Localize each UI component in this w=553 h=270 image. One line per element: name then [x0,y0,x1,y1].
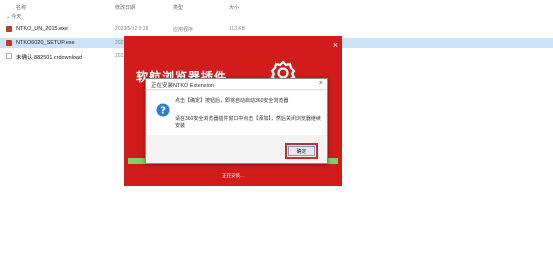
installer-close-button[interactable]: × [333,40,338,50]
dialog-title-bar[interactable]: 正在安装NTKO Extension × [146,79,327,90]
file-list-header: 名称 修改日期 类型 大小 [0,3,553,11]
dialog-close-button[interactable]: × [319,80,323,87]
exe-file-icon [6,40,12,46]
dialog-title: 正在安装NTKO Extension [151,83,214,89]
file-name: NTKO6020_SETUP.exe [16,40,75,46]
file-name: NTKO_UN_2015.exe [16,26,68,32]
install-status-text: 正在安装... [222,173,244,178]
dialog-message-line2: 请在360安全浏览器插件窗口中点击【添加】，然后关闭浏览器继续安装 [175,116,321,129]
question-icon: ? [156,103,170,117]
ok-button-highlight: 确定 [285,143,318,159]
file-size: 113 KB [229,26,246,32]
column-header-name[interactable]: 名称 [16,4,26,11]
column-header-size[interactable]: 大小 [229,4,239,11]
install-dialog: 正在安装NTKO Extension × ? 点击【确定】按钮后，即将自动启动3… [145,78,328,164]
chevron-down-icon: ⌄ [6,14,11,20]
column-header-date[interactable]: 修改日期 [115,4,135,11]
file-name: 未确认 882501.crdownload [16,55,83,61]
dialog-message-line1: 点击【确定】按钮后，即将自动启动360安全浏览器 [175,98,289,104]
ok-button[interactable]: 确定 [288,146,315,156]
column-header-type[interactable]: 类型 [173,4,183,11]
file-row[interactable]: NTKO_UN_2015.exe 2023/5/12 9:38 应用程序 113… [0,24,553,34]
file-type: 应用程序 [173,27,194,33]
dialog-body: ? 点击【确定】按钮后，即将自动启动360安全浏览器 请在360安全浏览器插件窗… [147,91,326,135]
group-label: 今天 [11,14,22,20]
file-date: 2023/5/12 9:38 [115,26,149,32]
svg-text:?: ? [160,106,166,117]
download-file-icon [6,53,12,59]
exe-file-icon [6,26,12,32]
group-header-today[interactable]: ⌄今天 [6,13,21,20]
